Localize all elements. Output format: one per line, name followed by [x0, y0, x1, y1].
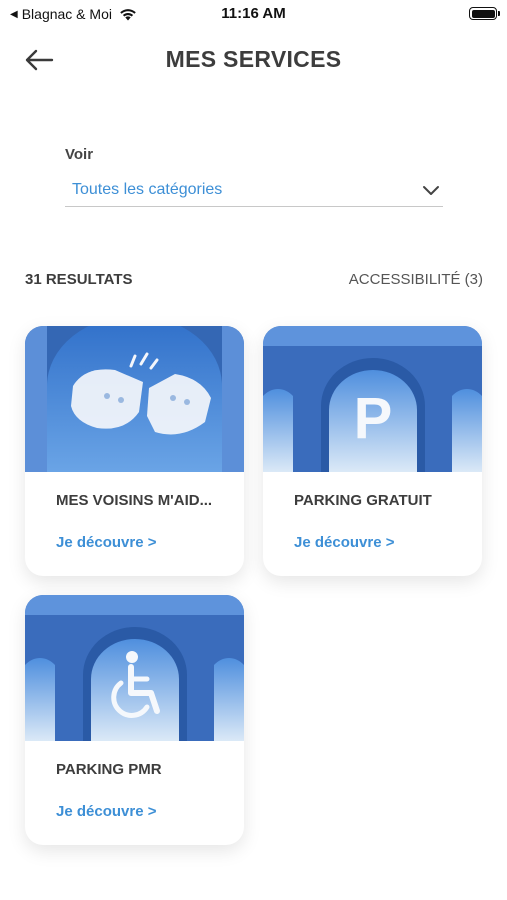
wheelchair-image: [25, 595, 244, 741]
category-select[interactable]: Toutes les catégories: [65, 173, 443, 207]
filter-label: Voir: [65, 146, 94, 163]
card-title: PARKING PMR: [56, 761, 162, 778]
header: MES SERVICES: [0, 38, 507, 82]
service-card-parking-pmr[interactable]: PARKING PMR Je découvre >: [25, 595, 244, 845]
results-count: 31 RESULTATS: [25, 271, 133, 288]
discover-link[interactable]: Je découvre >: [294, 534, 394, 551]
clouds-hands-image: [25, 326, 244, 472]
category-select-value: Toutes les catégories: [72, 180, 223, 198]
card-title: PARKING GRATUIT: [294, 492, 432, 509]
category-filter: Voir Toutes les catégories: [65, 146, 443, 207]
battery-icon: [469, 7, 500, 20]
card-title: MES VOISINS M'AID...: [56, 492, 213, 509]
status-bar: ◀ Blagnac & Moi 11:16 AM: [0, 0, 507, 28]
svg-text:P: P: [354, 386, 393, 451]
service-card-voisins[interactable]: MES VOISINS M'AID... Je découvre >: [25, 326, 244, 576]
parking-p-image: P: [263, 326, 482, 472]
service-card-parking-gratuit[interactable]: P PARKING GRATUIT Je découvre >: [263, 326, 482, 576]
discover-link[interactable]: Je découvre >: [56, 534, 156, 551]
status-time: 11:16 AM: [221, 5, 286, 22]
page-title: MES SERVICES: [165, 46, 342, 72]
accessibility-filter[interactable]: ACCESSIBILITÉ (3): [349, 271, 483, 288]
chevron-down-icon: [423, 185, 439, 195]
discover-link[interactable]: Je découvre >: [56, 803, 156, 820]
